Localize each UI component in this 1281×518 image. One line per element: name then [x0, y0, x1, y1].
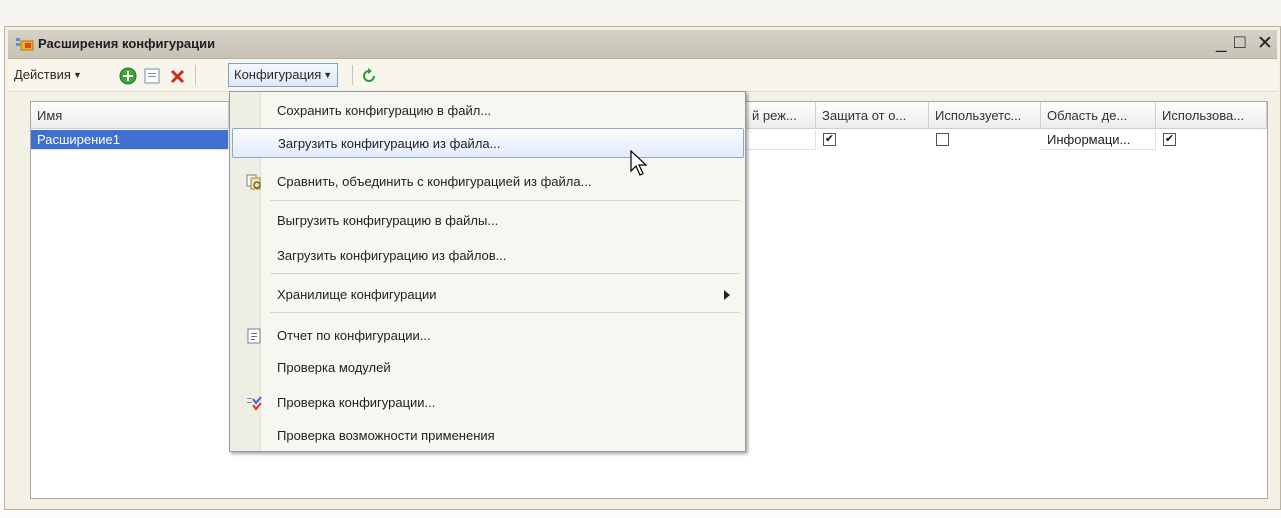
configuration-dropdown-menu: Сохранить конфигурацию в файл... Загрузи… [229, 91, 746, 452]
report-icon [247, 328, 261, 344]
mouse-cursor-icon [630, 150, 648, 176]
menu-item-repository[interactable]: Хранилище конфигурации [232, 280, 744, 310]
menu-item-check-applicability[interactable]: Проверка возможности применения [232, 421, 744, 451]
title-bar: Расширения конфигурации _ □ ✕ [8, 30, 1277, 59]
cell-extension-name[interactable]: Расширение1 [31, 130, 229, 150]
minimize-button[interactable]: _ [1216, 32, 1227, 54]
chevron-right-icon [724, 290, 730, 300]
menu-item-export-to-files[interactable]: Выгрузить конфигурацию в файлы... [232, 206, 744, 236]
maximize-button[interactable]: □ [1234, 32, 1245, 54]
copy-icon[interactable] [144, 68, 160, 84]
column-header-scope[interactable]: Область де... [1041, 102, 1156, 129]
chevron-down-icon: ▼ [323, 70, 333, 80]
configuration-label: Конфигурация [234, 67, 322, 82]
menu-separator [270, 200, 740, 201]
menu-item-check-configuration[interactable]: Проверка конфигурации... [232, 388, 744, 418]
menu-item-save-to-file[interactable]: Сохранить конфигурацию в файл... [232, 96, 744, 126]
check-list-icon [247, 396, 262, 411]
delete-icon[interactable] [170, 68, 186, 84]
menu-item-check-modules[interactable]: Проверка модулей [232, 353, 744, 383]
top-strip [0, 0, 1281, 26]
menu-separator [270, 273, 740, 274]
column-header-protection[interactable]: Защита от о... [816, 102, 929, 129]
compare-icon [246, 174, 261, 190]
cell-safe-mode[interactable] [746, 130, 816, 150]
add-icon[interactable] [119, 67, 137, 85]
uses-checkbox[interactable] [936, 133, 949, 146]
column-header-name[interactable]: Имя [31, 102, 229, 129]
window-title: Расширения конфигурации [38, 36, 216, 51]
menu-item-report[interactable]: Отчет по конфигурации... [232, 321, 744, 351]
close-button[interactable]: ✕ [1257, 32, 1273, 55]
toolbar-separator [352, 65, 353, 85]
chevron-down-icon: ▼ [72, 70, 82, 80]
column-header-uses[interactable]: Используетс... [929, 102, 1041, 129]
cell-scope[interactable]: Информаци... [1041, 130, 1156, 150]
configuration-menu-button[interactable]: Конфигурация ▼ [228, 63, 339, 87]
actions-label: Действия [14, 67, 71, 82]
use-checkbox[interactable]: ✔ [1163, 133, 1176, 146]
extensions-icon [16, 38, 34, 51]
actions-menu-button[interactable]: Действия ▼ [14, 64, 82, 86]
menu-item-compare-merge[interactable]: Сравнить, объединить с конфигурацией из … [232, 167, 744, 197]
menu-item-load-from-file[interactable]: Загрузить конфигурацию из файла... [232, 128, 744, 158]
protection-checkbox[interactable]: ✔ [823, 133, 836, 146]
menu-separator [270, 312, 740, 313]
toolbar-separator [195, 65, 196, 85]
refresh-icon[interactable] [360, 67, 378, 85]
menu-item-import-from-files[interactable]: Загрузить конфигурацию из файлов... [232, 241, 744, 271]
column-header-use[interactable]: Использова... [1156, 102, 1267, 129]
toolbar: Действия ▼ Конфигурация ▼ [8, 59, 1277, 92]
column-header-safe-mode[interactable]: й реж... [746, 102, 816, 129]
